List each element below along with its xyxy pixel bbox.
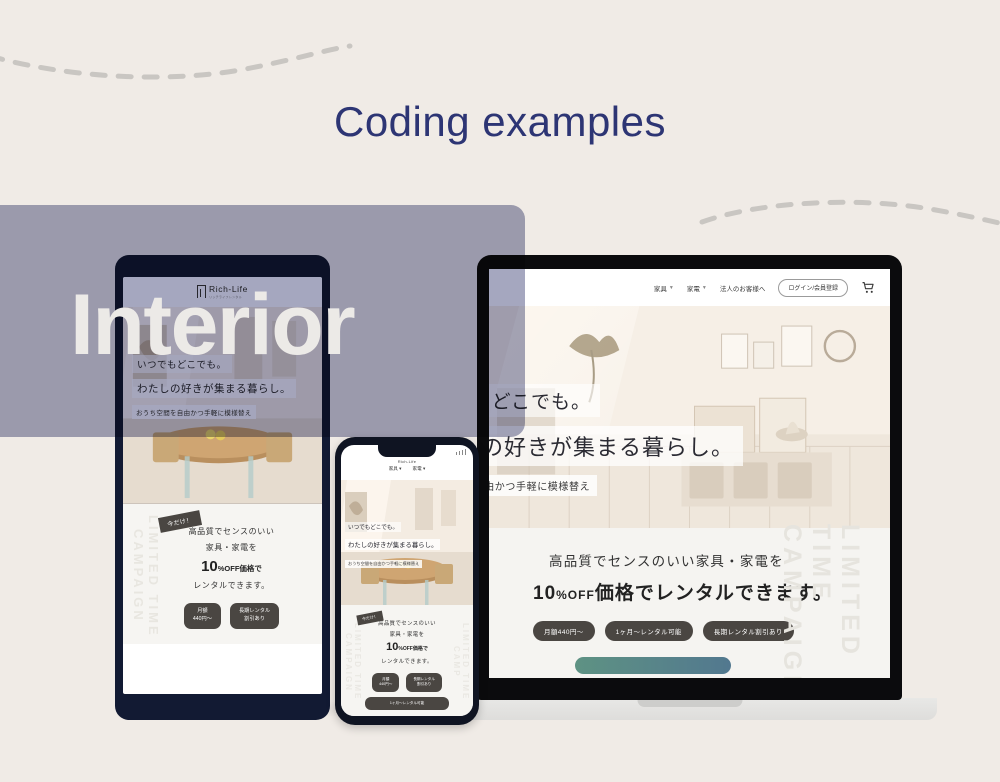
phone-percent-off: %OFF	[398, 646, 413, 652]
tablet-discount-amount: 10	[201, 558, 218, 575]
laptop-device: 家具 ▼ 家電 ▼ 法人のお客様へ ログイン/会員登録 どこでも。 の好きが集ま…	[442, 255, 937, 720]
dashed-curve-top-icon	[0, 43, 353, 80]
phone-signal-icon	[455, 448, 466, 455]
hero-line-2: わたしの好きが集まる暮らし。	[489, 426, 744, 466]
nav-item-corporate[interactable]: 法人のお客様へ	[720, 283, 766, 293]
phone-nav-item-furniture[interactable]: 家具 ▾	[389, 466, 402, 472]
laptop-bezel: 家具 ▼ 家電 ▼ 法人のお客様へ ログイン/会員登録 どこでも。 の好きが集ま…	[477, 255, 902, 700]
laptop-screen: 家具 ▼ 家電 ▼ 法人のお客様へ ログイン/会員登録 どこでも。 の好きが集ま…	[489, 269, 890, 678]
cart-icon[interactable]	[861, 281, 876, 294]
phone-campaign-watermark-right: LIMITED TIME CAMP	[452, 623, 470, 701]
hero-line-3: おうち空間を自由かつ手軽に模様替え	[489, 475, 598, 496]
phone-discount-amount: 10	[386, 641, 399, 653]
laptop-campaign-section: LIMITED TIME CAMPAIGN 高品質でセンスのいい家具・家電を 1…	[489, 524, 890, 678]
phone-device: Rich-Life 家具 ▾ 家電 ▾ いつでもどこでも。 わたしの好きが集まる…	[335, 437, 479, 725]
tablet-line-3-rest: 価格で	[239, 564, 262, 573]
laptop-site-header: 家具 ▼ 家電 ▼ 法人のお客様へ ログイン/会員登録	[489, 269, 890, 306]
phone-hero-copy: いつでもどこでも。 わたしの好きが集まる暮らし。 おうち空間を自由かつ手軽に模様…	[345, 516, 441, 570]
tablet-pill-longterm[interactable]: 長期レンタル 割引あり	[229, 603, 280, 629]
tablet-percent-off: %OFF	[217, 564, 240, 573]
phone-pill-longterm[interactable]: 長期レンタル 割引あり	[406, 673, 442, 692]
phone-screen: Rich-Life 家具 ▾ 家電 ▾ いつでもどこでも。 わたしの好きが集まる…	[341, 445, 473, 716]
phone-pill-monthly-bottom: 440円〜	[379, 682, 393, 687]
dashed-curve-right-icon	[699, 199, 1000, 226]
phone-campaign-section: LIMITED TIME CAMPAIGN LIMITED TIME CAMP …	[341, 605, 473, 716]
phone-hero-line-3: おうち空間を自由かつ手軽に模様替え	[345, 560, 423, 568]
tablet-campaign-line-3: 10%OFF価格で	[141, 558, 322, 575]
phone-site-logo[interactable]: Rich-Life	[341, 458, 473, 464]
chevron-down-icon: ▼	[701, 284, 707, 291]
campaign-discount-amount: 10	[533, 583, 557, 604]
nav-item-corporate-label: 法人のお客様へ	[719, 285, 766, 293]
phone-site-logo-text: Rich-Life	[397, 459, 417, 464]
tablet-campaign-line-2: 家具・家電を	[205, 543, 258, 552]
tablet-pill-monthly-top: 月額	[197, 608, 208, 614]
campaign-percent-off: %OFF	[556, 588, 595, 602]
tablet-pill-longterm-top: 長期レンタル	[238, 608, 271, 614]
phone-pill-longterm-bottom: 割引あり	[416, 682, 432, 687]
phone-hero-section: いつでもどこでも。 わたしの好きが集まる暮らし。 おうち空間を自由かつ手軽に模様…	[341, 480, 473, 605]
login-register-button[interactable]: ログイン/会員登録	[778, 278, 848, 297]
phone-nav-item-appliances[interactable]: 家電 ▾	[413, 466, 426, 472]
phone-site-header: Rich-Life 家具 ▾ 家電 ▾	[341, 458, 473, 480]
campaign-pill-term[interactable]: 1ヶ月〜レンタル可能	[604, 621, 693, 641]
page-title: Coding examples	[333, 98, 666, 145]
nav-item-furniture-label: 家具	[653, 285, 667, 293]
phone-pill-term[interactable]: 1ヶ月〜レンタル可能	[365, 696, 449, 711]
phone-nav: 家具 ▾ 家電 ▾	[341, 466, 473, 472]
phone-nav-appliances-label: 家電	[412, 466, 422, 471]
phone-pill-monthly[interactable]: 月額 440円〜	[372, 673, 400, 692]
screenshot-stage: Coding examples 家具 ▼ 家電 ▼ 法人のお客様へ ログイン/会…	[0, 0, 1000, 782]
tablet-pill-monthly[interactable]: 月額 440円〜	[183, 603, 221, 629]
tablet-pill-monthly-bottom: 440円〜	[192, 615, 212, 622]
tablet-pill-group: 月額 440円〜 長期レンタル 割引あり	[141, 603, 322, 629]
nav-item-appliances-label: 家電	[686, 285, 700, 293]
phone-notch	[378, 445, 436, 457]
campaign-pill-monthly[interactable]: 月額440円〜	[533, 621, 595, 641]
campaign-cta-button[interactable]	[575, 657, 731, 674]
tablet-campaign-section: LIMITED TIME CAMPAIGN 今だけ！ 高品質でセンスのいい 家具…	[123, 504, 322, 644]
phone-bezel: Rich-Life 家具 ▾ 家電 ▾ いつでもどこでも。 わたしの好きが集まる…	[335, 437, 479, 725]
nav-item-furniture[interactable]: 家具 ▼	[654, 283, 674, 293]
laptop-hero-section: いつでもどこでも。 わたしの好きが集まる暮らし。 おうち空間を自由かつ手軽に模様…	[489, 306, 890, 528]
phone-hero-line-1: いつでもどこでも。	[345, 522, 402, 532]
interior-overlay-word: Interior	[70, 277, 356, 373]
phone-nav-furniture-label: 家具	[388, 466, 398, 471]
phone-line-3-rest: 価格で	[412, 646, 428, 652]
chevron-down-icon: ▼	[668, 284, 674, 291]
laptop-hero-copy: いつでもどこでも。 わたしの好きが集まる暮らし。 おうち空間を自由かつ手軽に模様…	[489, 384, 744, 496]
laptop-base	[442, 698, 937, 720]
nav-item-appliances[interactable]: 家電 ▼	[687, 283, 707, 293]
tablet-campaign-watermark: LIMITED TIME CAMPAIGN	[131, 514, 161, 638]
campaign-watermark: LIMITED TIME CAMPAIGN	[778, 524, 864, 678]
phone-hero-line-2: わたしの好きが集まる暮らし。	[345, 539, 441, 550]
tablet-campaign-line-4: レンタルできます。	[193, 581, 270, 590]
tablet-pill-longterm-bottom: 割引あり	[244, 615, 265, 622]
